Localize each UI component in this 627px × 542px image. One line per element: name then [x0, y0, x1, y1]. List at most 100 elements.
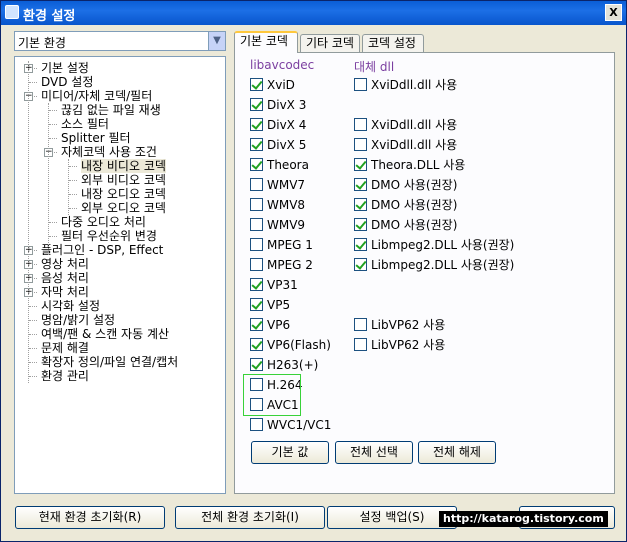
tree-item[interactable]: 다중 오디오 처리 [61, 215, 146, 229]
codec-checkbox-label: WVC1/VC1 [267, 418, 332, 432]
codec-checkbox-label: VP5 [267, 298, 291, 312]
codec-checkbox[interactable]: DivX 3 [250, 98, 306, 114]
chevron-down-icon[interactable]: ▼ [208, 32, 225, 50]
unchecked-icon[interactable] [354, 338, 367, 351]
codec-checkbox[interactable]: XviDdll.dll 사용 [354, 78, 457, 94]
tree-item[interactable]: 환경 관리 [41, 369, 89, 383]
codec-checkbox[interactable]: Theora [250, 158, 309, 174]
codec-checkbox[interactable]: DMO 사용(권장) [354, 218, 457, 234]
codec-checkbox[interactable]: Libmpeg2.DLL 사용(권장) [354, 258, 514, 274]
checked-icon[interactable] [250, 118, 263, 131]
tree-item[interactable]: 확장자 정의/파일 연결/캡처 [41, 355, 178, 369]
unchecked-icon[interactable] [250, 178, 263, 191]
checked-icon[interactable] [354, 198, 367, 211]
checked-icon[interactable] [250, 278, 263, 291]
default-button[interactable]: 기본 값 [251, 441, 329, 464]
checked-icon[interactable] [250, 138, 263, 151]
tree-item[interactable]: 음성 처리 [41, 271, 89, 285]
checked-icon[interactable] [354, 158, 367, 171]
codec-checkbox[interactable]: Libmpeg2.DLL 사용(권장) [354, 238, 514, 254]
tree-item[interactable]: 기본 설정 [41, 61, 89, 75]
profile-select[interactable]: 기본 환경 ▼ [14, 31, 226, 51]
checked-icon[interactable] [250, 98, 263, 111]
unchecked-icon[interactable] [354, 318, 367, 331]
tree-item[interactable]: 영상 처리 [41, 257, 89, 271]
tree-item[interactable]: 문제 해결 [41, 341, 89, 355]
select-all-button[interactable]: 전체 선택 [335, 441, 413, 464]
tree-item[interactable]: 자체코덱 사용 조건 [61, 145, 157, 159]
tree-item[interactable]: 내장 오디오 코덱 [81, 187, 166, 201]
tree-connector [28, 61, 29, 383]
codec-checkbox[interactable]: DMO 사용(권장) [354, 198, 457, 214]
unchecked-icon[interactable] [250, 418, 263, 431]
tree-item[interactable]: 자막 처리 [41, 285, 89, 299]
codec-checkbox[interactable]: Theora.DLL 사용 [354, 158, 465, 174]
settings-tree[interactable]: 기본 설정 + DVD 설정 미디어/자체 코덱/필터 − 끊김 없는 파일 재생 소스 필… [14, 56, 226, 494]
unchecked-icon[interactable] [354, 138, 367, 151]
codec-checkbox[interactable]: VP6(Flash) [250, 338, 331, 354]
codec-checkbox[interactable]: MPEG 2 [250, 258, 313, 274]
unchecked-icon[interactable] [354, 118, 367, 131]
checked-icon[interactable] [250, 78, 263, 91]
codec-checkbox[interactable]: VP5 [250, 298, 290, 314]
tree-item[interactable]: 명암/밝기 설정 [41, 313, 115, 327]
tree-item[interactable]: 끊김 없는 파일 재생 [61, 103, 161, 117]
tree-connector [29, 334, 37, 335]
unchecked-icon[interactable] [250, 238, 263, 251]
codec-checkbox[interactable]: DivX 5 [250, 138, 306, 154]
unchecked-icon[interactable] [250, 198, 263, 211]
codec-checkbox[interactable]: LibVP62 사용 [354, 338, 445, 354]
backup-button[interactable]: 설정 백업(S) [327, 506, 457, 529]
checked-icon[interactable] [250, 298, 263, 311]
codec-checkbox-label: XviD [267, 78, 295, 92]
checked-icon[interactable] [354, 178, 367, 191]
codec-checkbox[interactable]: WMV7 [250, 178, 305, 194]
codec-checkbox[interactable]: DMO 사용(권장) [354, 178, 457, 194]
codec-checkbox[interactable]: DivX 4 [250, 118, 306, 134]
tree-item[interactable]: 내장 비디오 코덱 [81, 159, 166, 173]
tree-item[interactable]: 외부 오디오 코덱 [81, 201, 166, 215]
tree-item[interactable]: 시각화 설정 [41, 299, 100, 313]
tree-item[interactable]: 필터 우선순위 변경 [61, 229, 157, 243]
checked-icon[interactable] [250, 358, 263, 371]
unchecked-icon[interactable] [250, 258, 263, 271]
tree-item[interactable]: 미디어/자체 코덱/필터 [41, 89, 152, 103]
codec-checkbox-label: MPEG 2 [267, 258, 313, 272]
codec-checkbox-label: DivX 3 [267, 98, 307, 112]
checked-icon[interactable] [250, 158, 263, 171]
codec-checkbox[interactable]: LibVP62 사용 [354, 318, 445, 334]
reset-current-button[interactable]: 현재 환경 초기화(R) [15, 506, 165, 529]
title-bar[interactable]: 환경 설정 X [1, 1, 626, 25]
codec-checkbox-label: DMO 사용(권장) [371, 218, 458, 232]
codec-checkbox[interactable]: H263(+) [250, 358, 318, 374]
reset-all-button[interactable]: 전체 환경 초기화(I) [175, 506, 325, 529]
codec-checkbox[interactable]: WVC1/VC1 [250, 418, 331, 434]
codec-checkbox[interactable]: VP6 [250, 318, 290, 334]
tree-item[interactable]: 외부 비디오 코덱 [81, 173, 166, 187]
unchecked-icon[interactable] [354, 78, 367, 91]
tab-other-codec[interactable]: 기타 코덱 [300, 34, 360, 52]
codec-checkbox[interactable]: MPEG 1 [250, 238, 313, 254]
checked-icon[interactable] [354, 218, 367, 231]
codec-checkbox[interactable]: XviDdll.dll 사용 [354, 138, 457, 154]
codec-checkbox[interactable]: XviD [250, 78, 295, 94]
checked-icon[interactable] [250, 318, 263, 331]
codec-checkbox[interactable]: WMV9 [250, 218, 305, 234]
tree-item[interactable]: Splitter 필터 [61, 131, 131, 145]
tree-item[interactable]: 소스 필터 [61, 117, 109, 131]
tree-connector [49, 124, 57, 125]
codec-checkbox[interactable]: VP31 [250, 278, 298, 294]
codec-checkbox[interactable]: WMV8 [250, 198, 305, 214]
codec-checkbox[interactable]: XviDdll.dll 사용 [354, 118, 457, 134]
deselect-all-button[interactable]: 전체 해제 [418, 441, 496, 464]
checked-icon[interactable] [354, 258, 367, 271]
tree-item[interactable]: 여백/팬 & 스캔 자동 계산 [41, 327, 169, 341]
tab-basic-codec[interactable]: 기본 코덱 [234, 31, 298, 53]
tree-item[interactable]: 플러그인 - DSP, Effect [41, 243, 163, 257]
tab-codec-settings[interactable]: 코덱 설정 [362, 34, 424, 52]
unchecked-icon[interactable] [250, 218, 263, 231]
checked-icon[interactable] [250, 338, 263, 351]
close-button[interactable]: X [605, 4, 622, 21]
checked-icon[interactable] [354, 238, 367, 251]
tree-item[interactable]: DVD 설정 [41, 75, 93, 89]
